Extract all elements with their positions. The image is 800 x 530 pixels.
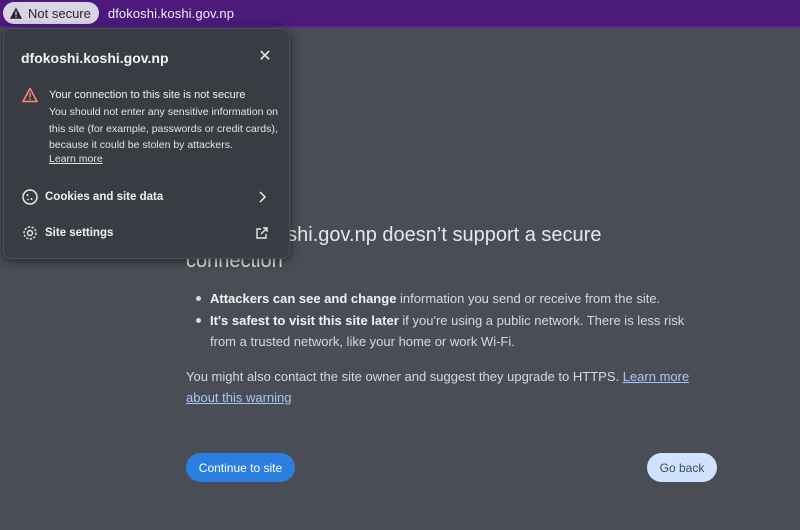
security-label: Not secure — [28, 5, 91, 21]
list-item-bold: It's safest to visit this site later — [210, 313, 399, 328]
learn-more-link[interactable]: Learn more — [49, 153, 103, 165]
risk-list: Attackers can see and change information… — [186, 288, 706, 352]
cookies-label: Cookies and site data — [45, 191, 164, 203]
go-back-button[interactable]: Go back — [647, 453, 717, 482]
url-field[interactable]: dfokoshi.koshi.gov.np — [108, 6, 234, 21]
cookies-and-site-data-item[interactable]: Cookies and site data — [4, 180, 289, 214]
list-item-bold: Attackers can see and change — [210, 291, 397, 306]
cookie-icon — [22, 189, 38, 205]
list-item: Attackers can see and change information… — [186, 288, 706, 309]
site-settings-label: Site settings — [45, 227, 114, 239]
connection-warning-title: Your connection to this site is not secu… — [49, 89, 246, 101]
security-indicator-button[interactable]: Not secure — [3, 2, 99, 24]
contact-text: You might also contact the site owner an… — [186, 369, 623, 384]
gear-icon — [23, 226, 37, 240]
open-external-icon — [256, 227, 268, 239]
site-info-popup: dfokoshi.koshi.gov.np ✕ Your connection … — [3, 28, 290, 259]
list-item-text: information you send or receive from the… — [396, 291, 661, 306]
browser-window: Not secure dfokoshi.koshi.gov.np dfokosh… — [0, 0, 800, 530]
list-item: It's safest to visit this site later if … — [186, 310, 706, 352]
connection-warning-text: You should not enter any sensitive infor… — [49, 106, 279, 151]
continue-to-site-button[interactable]: Continue to site — [186, 453, 295, 482]
chevron-right-icon — [259, 191, 267, 203]
popup-domain-title: dfokoshi.koshi.gov.np — [21, 50, 169, 66]
contact-paragraph: You might also contact the site owner an… — [186, 366, 706, 408]
warning-triangle-icon — [22, 87, 38, 103]
address-bar: Not secure dfokoshi.koshi.gov.np — [0, 0, 800, 28]
close-icon[interactable]: ✕ — [257, 49, 273, 65]
site-settings-item[interactable]: Site settings — [4, 216, 289, 250]
warning-triangle-icon — [9, 7, 23, 19]
